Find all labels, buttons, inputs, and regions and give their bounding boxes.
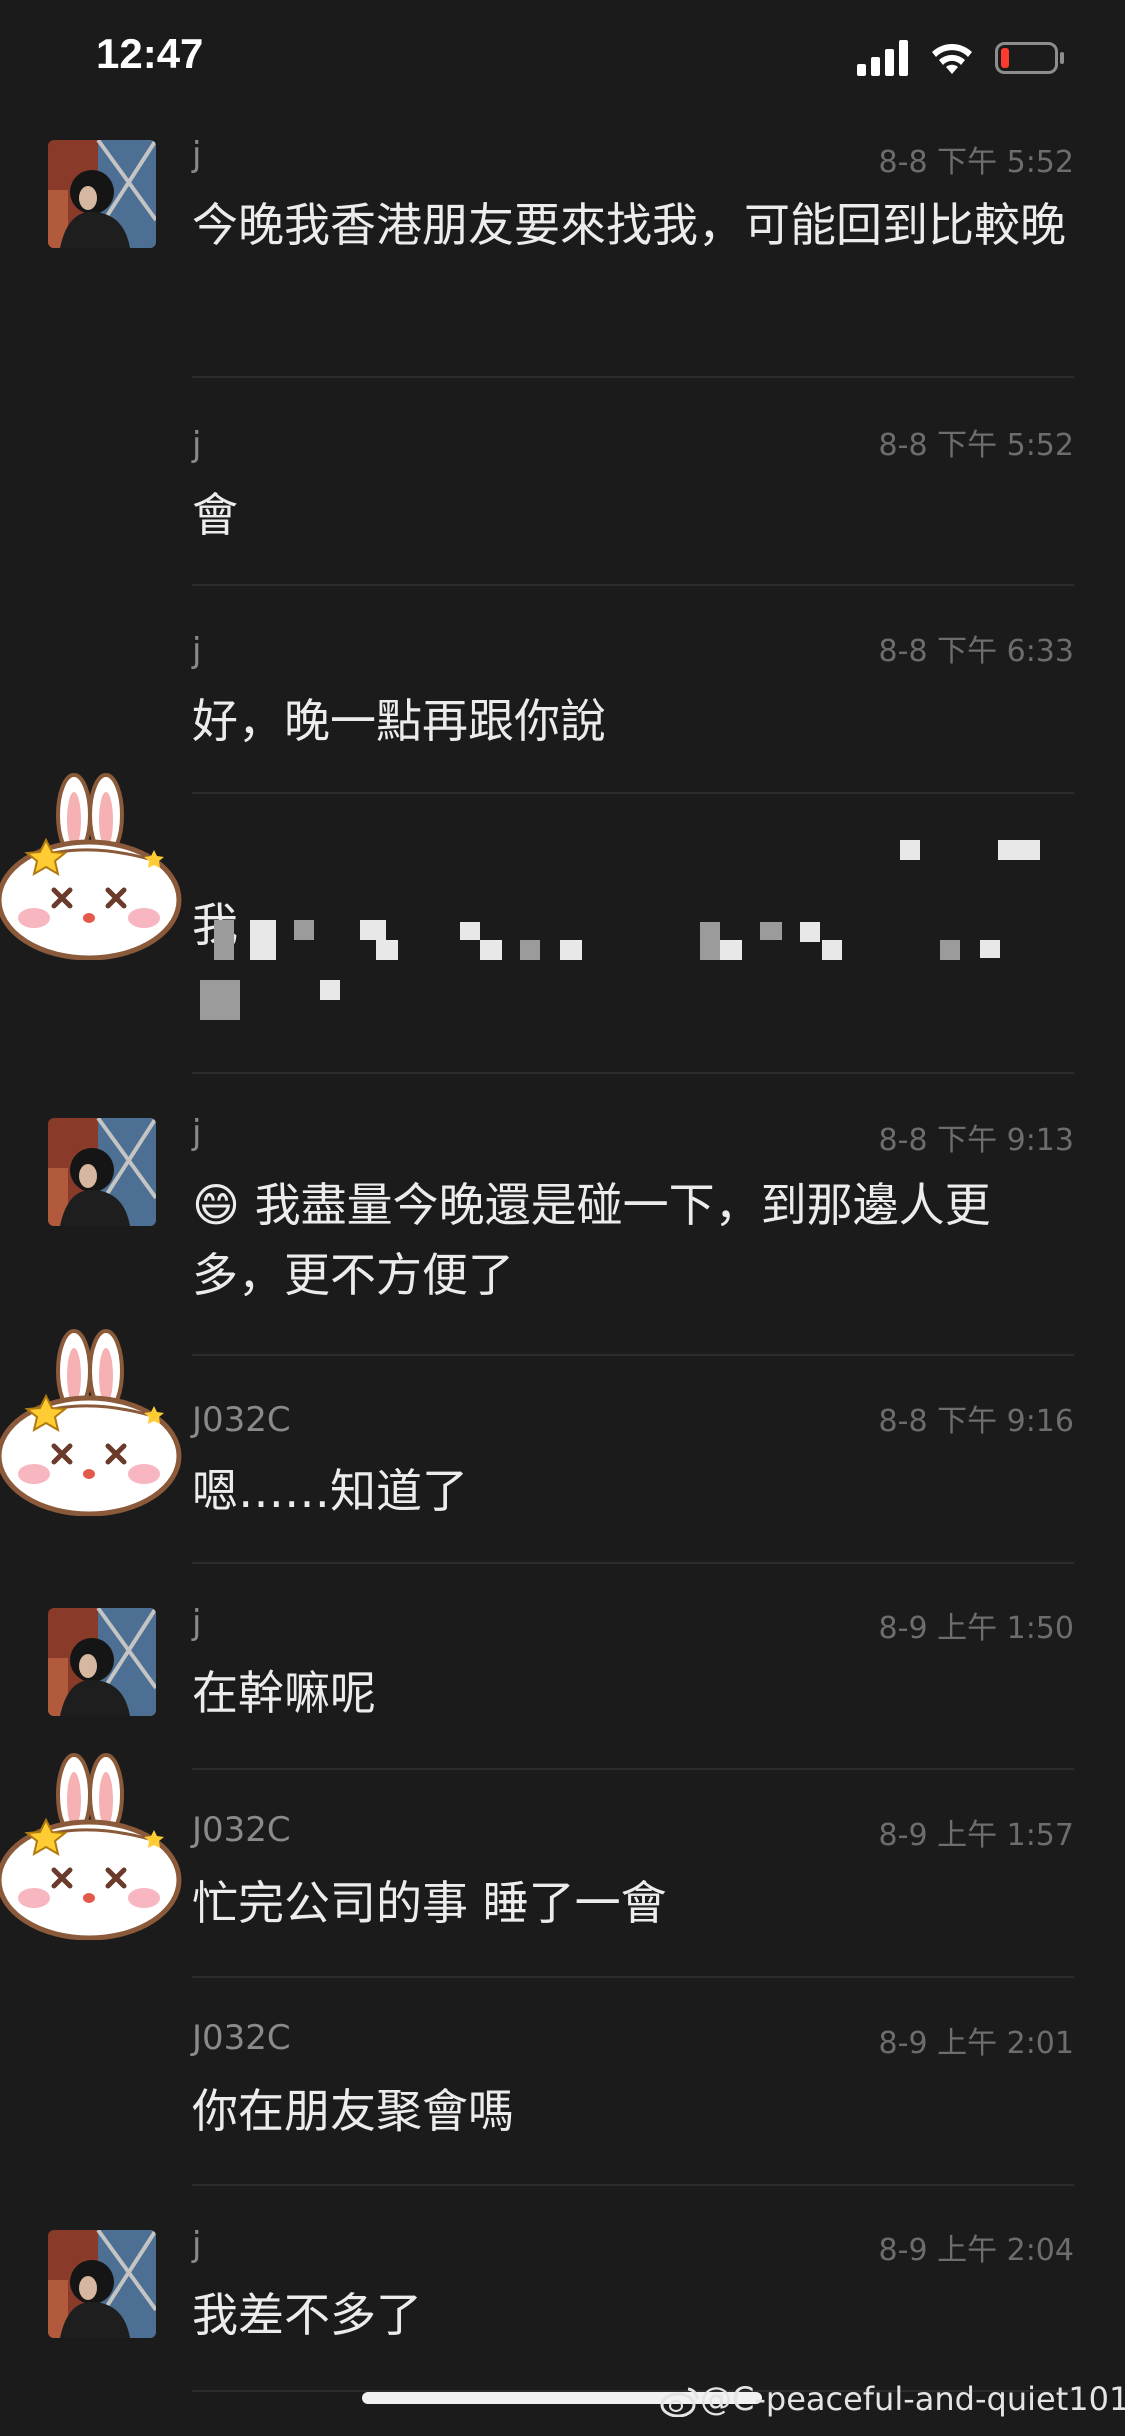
message-time: 8-8 下午 9:16 [878, 1404, 1074, 1439]
divider [192, 2184, 1074, 2186]
sticker-bunny-dizzy [0, 1329, 182, 1516]
message-time: 8-8 下午 5:52 [878, 145, 1074, 180]
divider [192, 584, 1074, 586]
sender-name: j [192, 631, 202, 671]
status-icons [857, 40, 1065, 76]
sender-name: j [192, 2225, 202, 2265]
watermark-text: @C-peaceful-and-quiet1011 [700, 2380, 1125, 2418]
emoji-grin: 😄 [192, 1178, 240, 1232]
sticker-bunny-dizzy [0, 773, 182, 960]
divider [192, 1072, 1074, 1074]
divider [192, 1354, 1074, 1356]
avatar[interactable] [48, 1608, 156, 1716]
message-text: 😄 我盡量今晚還是碰一下，到那邊人更多，更不方便了 [192, 1170, 1072, 1310]
message-text-content: 我盡量今晚還是碰一下，到那邊人更多，更不方便了 [192, 1178, 991, 1302]
message-time: 8-8 下午 6:33 [878, 634, 1074, 669]
sticker-bunny-dizzy [0, 1753, 182, 1940]
message-text: 好，晚一點再跟你說 [192, 694, 606, 748]
sender-name: J032C [192, 2018, 291, 2058]
censored-message[interactable]: 我 [0, 770, 1125, 1070]
message-time: 8-9 上午 1:57 [878, 1818, 1074, 1853]
message-text: 嗯……知道了 [192, 1464, 468, 1518]
sender-name: j [192, 425, 202, 465]
divider [192, 1768, 1074, 1770]
message-time: 8-9 上午 2:04 [878, 2233, 1074, 2268]
divider [192, 1562, 1074, 1564]
watermark: @C-peaceful-and-quiet1011 [660, 2380, 1125, 2418]
status-time: 12:47 [96, 30, 204, 77]
message-text: 你在朋友聚會嗎 [192, 2084, 514, 2138]
message-text: 我差不多了 [192, 2288, 422, 2342]
sender-name: J032C [192, 1810, 291, 1850]
sender-name: j [192, 1603, 202, 1643]
signal-icon [857, 40, 908, 76]
sender-name: j [192, 1113, 202, 1153]
wifi-icon [932, 44, 972, 74]
status-bar: 12:47 [0, 0, 1125, 120]
message-text: 在幹嘛呢 [192, 1666, 376, 1720]
avatar[interactable] [48, 1118, 156, 1226]
avatar[interactable] [48, 140, 156, 248]
message-text: 今晚我香港朋友要來找我，可能回到比較晚 [192, 198, 1066, 252]
message-time: 8-9 上午 2:01 [878, 2026, 1074, 2061]
message-text: 忙完公司的事 睡了一會 [192, 1876, 667, 1930]
sender-name: j [192, 135, 202, 175]
divider [192, 376, 1074, 378]
weibo-icon [660, 2387, 699, 2418]
message-time: 8-8 下午 9:13 [878, 1123, 1074, 1158]
avatar[interactable] [48, 2230, 156, 2338]
divider [192, 1976, 1074, 1978]
message-time: 8-9 上午 1:50 [878, 1611, 1074, 1646]
message-text: 會 [192, 488, 238, 542]
battery-low-icon [995, 42, 1064, 74]
message-time: 8-8 下午 5:52 [878, 428, 1074, 463]
sender-name: J032C [192, 1400, 291, 1440]
